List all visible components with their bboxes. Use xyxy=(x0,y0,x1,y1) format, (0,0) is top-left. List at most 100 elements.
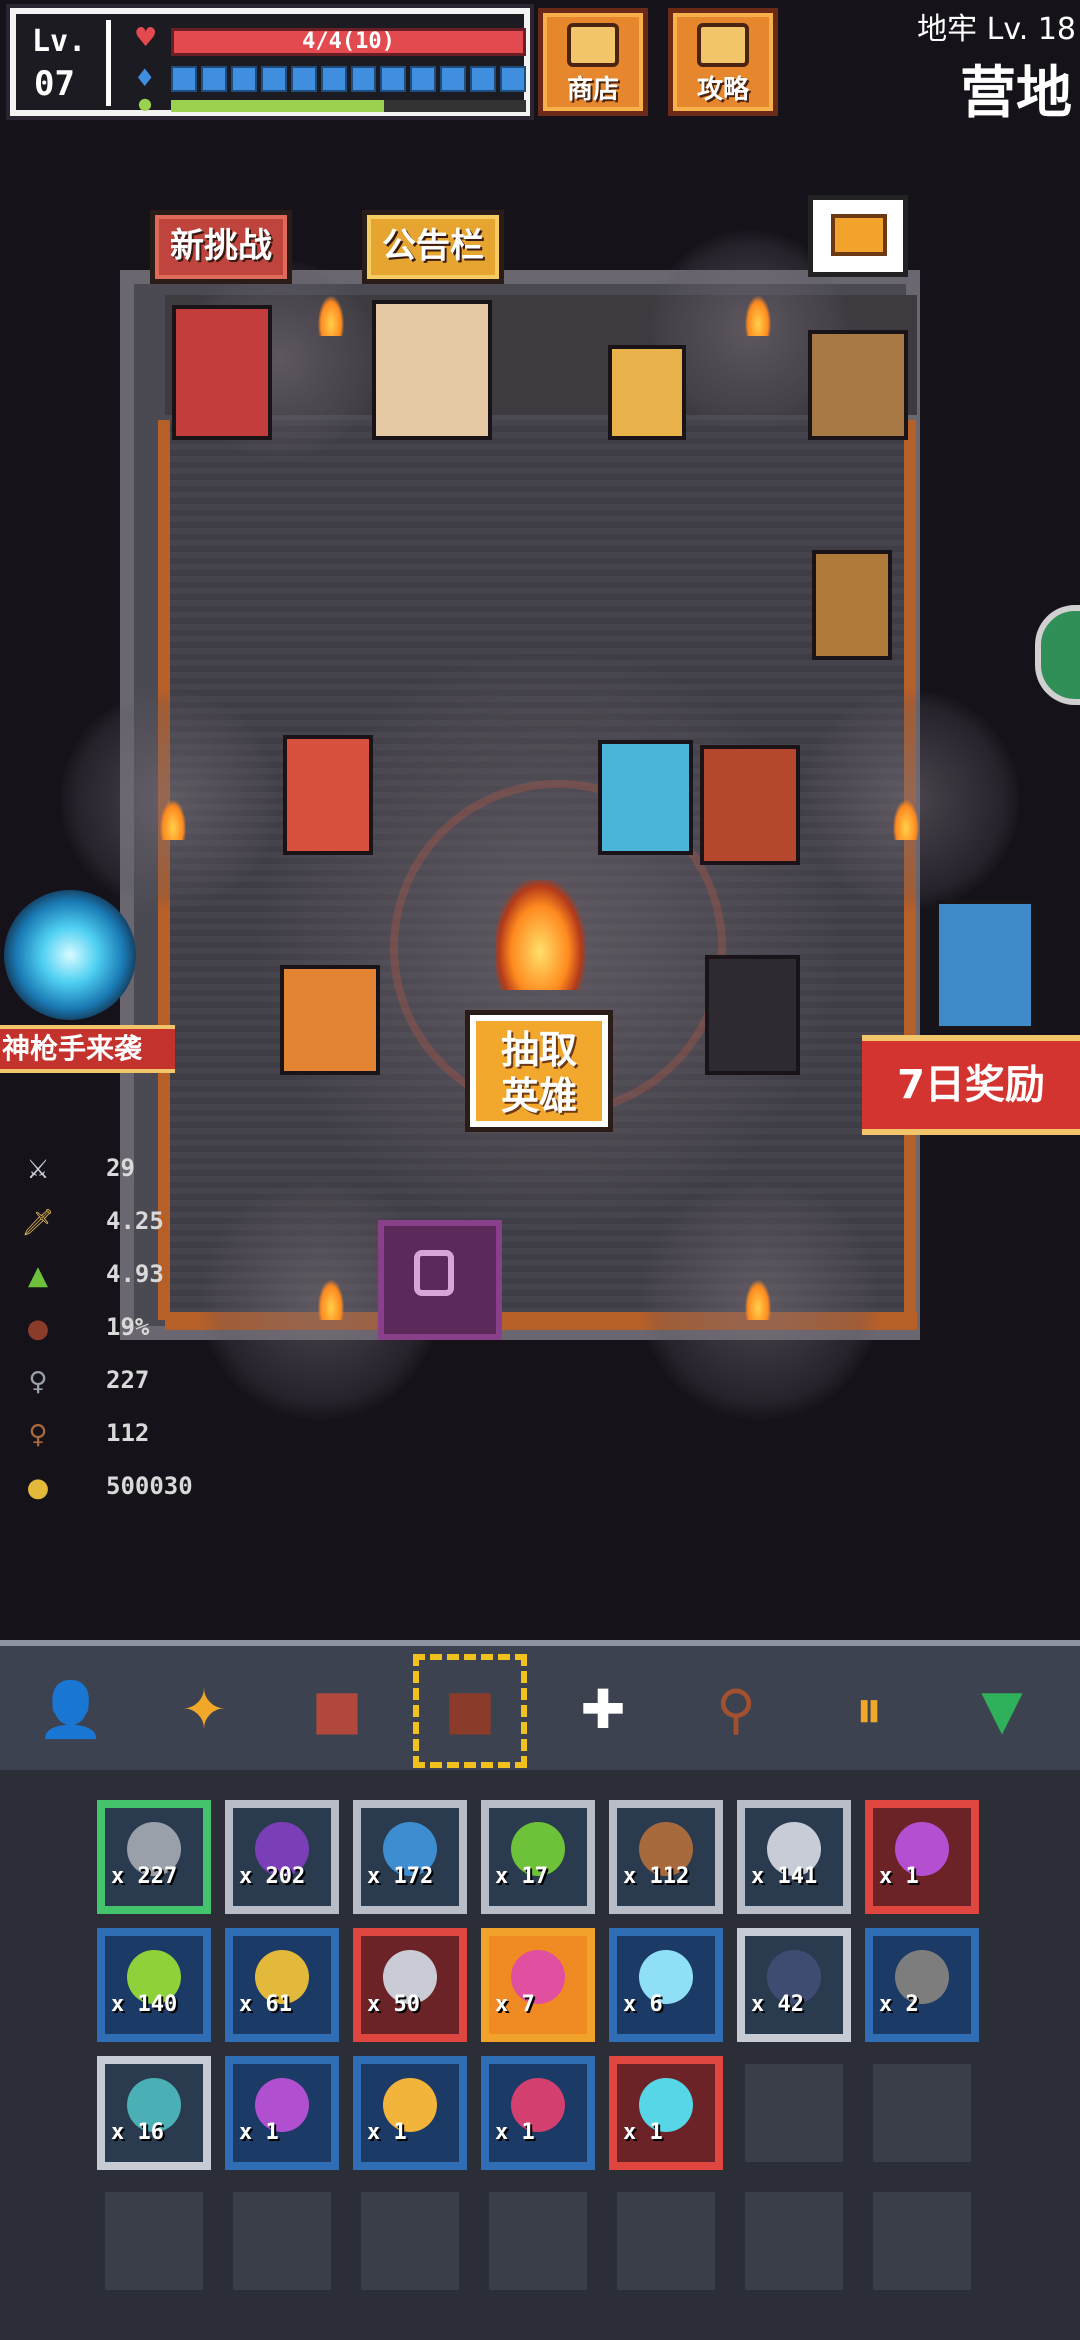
shopping-bag-icon xyxy=(567,23,619,67)
inventory-slot-crimson-crystal[interactable]: x 1 xyxy=(481,2056,595,2170)
campfire-icon[interactable] xyxy=(495,880,585,990)
inventory-slot-purple-crystal[interactable]: x 202 xyxy=(225,1800,339,1914)
blonde-npc[interactable] xyxy=(608,345,686,440)
arcade-machine[interactable] xyxy=(172,305,272,440)
torch-icon xyxy=(160,800,186,840)
inventory-slot-magic-wand[interactable]: x 1 xyxy=(225,2056,339,2170)
stat-value: 227 xyxy=(106,1366,150,1394)
item-count: x 1 xyxy=(239,2120,279,2145)
item-count: x 1 xyxy=(879,1864,919,1889)
inventory-slot-hero-scroll[interactable]: x 50 xyxy=(353,1928,467,2042)
torch-icon xyxy=(318,296,344,336)
inventory-slot-green-gem[interactable]: x 140 xyxy=(97,1928,211,2042)
shop-speech-bubble[interactable] xyxy=(808,195,908,277)
stat-value: 500030 xyxy=(106,1472,193,1500)
inventory-slot-empty[interactable] xyxy=(737,2056,851,2170)
inventory-slot-ice-crystal[interactable]: x 6 xyxy=(609,1928,723,2042)
item-count: x 61 xyxy=(239,1992,292,2017)
portal-icon[interactable] xyxy=(4,890,136,1020)
event-banner[interactable]: 神枪手来袭 xyxy=(0,1025,175,1073)
seven-day-reward-banner[interactable]: 7日奖励 xyxy=(862,1035,1080,1135)
inventory-slot-dark-crystal[interactable]: x 42 xyxy=(737,1928,851,2042)
item-count: x 7 xyxy=(495,1992,535,2017)
inventory-slot-pink-rune[interactable]: x 7 xyxy=(481,1928,595,2042)
inventory-slot-gray-key[interactable]: x 227 xyxy=(97,1800,211,1914)
stat-value: 19% xyxy=(106,1313,150,1341)
stat-value: 29 xyxy=(106,1154,135,1182)
mana-segment xyxy=(171,66,197,92)
new-challenge-sign[interactable]: 新挑战 xyxy=(150,210,292,284)
orangehair-hero[interactable] xyxy=(280,965,380,1075)
item-count: x 6 xyxy=(623,1992,663,2017)
scroll-icon xyxy=(697,23,749,67)
book-tab[interactable]: ■ xyxy=(288,1662,386,1760)
hero-tab[interactable]: 👤 xyxy=(22,1662,120,1760)
stat-value: 112 xyxy=(106,1419,150,1447)
stat-row: ▲ 4.93 xyxy=(20,1256,260,1296)
search-tab[interactable]: ⚲ xyxy=(687,1662,785,1760)
inventory-slot-teal-orb[interactable]: x 16 xyxy=(97,2056,211,2170)
bulletin-board-sign[interactable]: 公告栏 xyxy=(362,210,504,284)
gunner-hero[interactable] xyxy=(935,900,1035,1030)
shop-button[interactable]: 商店 xyxy=(538,8,648,116)
inventory-slot-purple-mushroom[interactable]: x 1 xyxy=(865,1800,979,1914)
mana-segment xyxy=(380,66,407,92)
inventory-slot-empty[interactable] xyxy=(225,2184,339,2298)
draw-hero-button[interactable]: 抽取 英雄 xyxy=(470,1015,608,1127)
inventory-slot-empty[interactable] xyxy=(865,2184,979,2298)
mana-segment xyxy=(260,66,287,92)
xp-bar xyxy=(171,100,526,112)
collapse-tab[interactable]: ▼ xyxy=(953,1662,1051,1760)
sword-icon: 🗡 xyxy=(21,1208,55,1238)
skill-tab[interactable]: ✦ xyxy=(155,1662,253,1760)
king-merchant-npc[interactable] xyxy=(372,300,492,440)
pause-tab[interactable]: ⏸ xyxy=(820,1662,918,1760)
scarecrow-npc[interactable] xyxy=(812,550,892,660)
zone-name: 营地 xyxy=(960,61,1072,126)
stat-row: ♀ 112 xyxy=(20,1415,260,1455)
mana-icon: ♦ xyxy=(134,64,156,92)
inventory-slot-empty[interactable] xyxy=(865,2056,979,2170)
mana-segment xyxy=(440,66,467,92)
inventory-slot-gold-star[interactable]: x 1 xyxy=(353,2056,467,2170)
hp-text: 4/4(10) xyxy=(302,29,395,54)
inventory-slot-stone-orb[interactable]: x 2 xyxy=(865,1928,979,2042)
fruit-stand[interactable] xyxy=(808,330,908,440)
inventory-slot-gold-key[interactable]: x 61 xyxy=(225,1928,339,2042)
maid-hero[interactable] xyxy=(705,955,800,1075)
inventory-slot-empty[interactable] xyxy=(353,2184,467,2298)
inventory-slot-empty[interactable] xyxy=(481,2184,595,2298)
dungeon-level: 地牢 Lv. 18 xyxy=(917,12,1076,47)
redhair-hero[interactable] xyxy=(700,745,800,865)
mana-segment xyxy=(200,66,227,92)
level-label: Lv. xyxy=(32,24,87,59)
inventory-slot-bronze-key[interactable]: x 112 xyxy=(609,1800,723,1914)
fox-hero[interactable] xyxy=(283,735,373,855)
torch-icon xyxy=(318,1280,344,1320)
item-count: x 112 xyxy=(623,1864,690,1889)
inventory-slot-silver-crystal[interactable]: x 141 xyxy=(737,1800,851,1914)
inventory-slot-blue-crystal[interactable]: x 172 xyxy=(353,1800,467,1914)
inventory-slot-empty[interactable] xyxy=(737,2184,851,2298)
mana-segment xyxy=(350,66,377,92)
item-count: x 172 xyxy=(367,1864,434,1889)
heal-tab[interactable]: ✚ xyxy=(554,1662,652,1760)
item-count: x 1 xyxy=(367,2120,407,2145)
book-icon: ■ xyxy=(311,1678,363,1741)
item-count: x 1 xyxy=(495,2120,535,2145)
guide-button[interactable]: 攻略 xyxy=(668,8,778,116)
chat-bubble-icon[interactable] xyxy=(1035,605,1080,705)
mage-hero[interactable] xyxy=(598,740,693,855)
inventory-slot-ice-orb[interactable]: x 1 xyxy=(609,2056,723,2170)
triangle-down-icon: ▼ xyxy=(981,1678,1023,1741)
inventory-slot-empty[interactable] xyxy=(97,2184,211,2298)
locked-chest[interactable] xyxy=(378,1220,502,1340)
stat-row: ⚔ 29 xyxy=(20,1150,260,1190)
inventory-slot-green-mushroom[interactable]: x 17 xyxy=(481,1800,595,1914)
inventory-slot-empty[interactable] xyxy=(609,2184,723,2298)
magnifier-icon: ⚲ xyxy=(716,1678,756,1741)
mana-segment xyxy=(320,66,347,92)
mana-bar xyxy=(171,66,527,92)
item-count: x 140 xyxy=(111,1992,178,2017)
inventory-tab[interactable]: ■ xyxy=(413,1654,527,1768)
